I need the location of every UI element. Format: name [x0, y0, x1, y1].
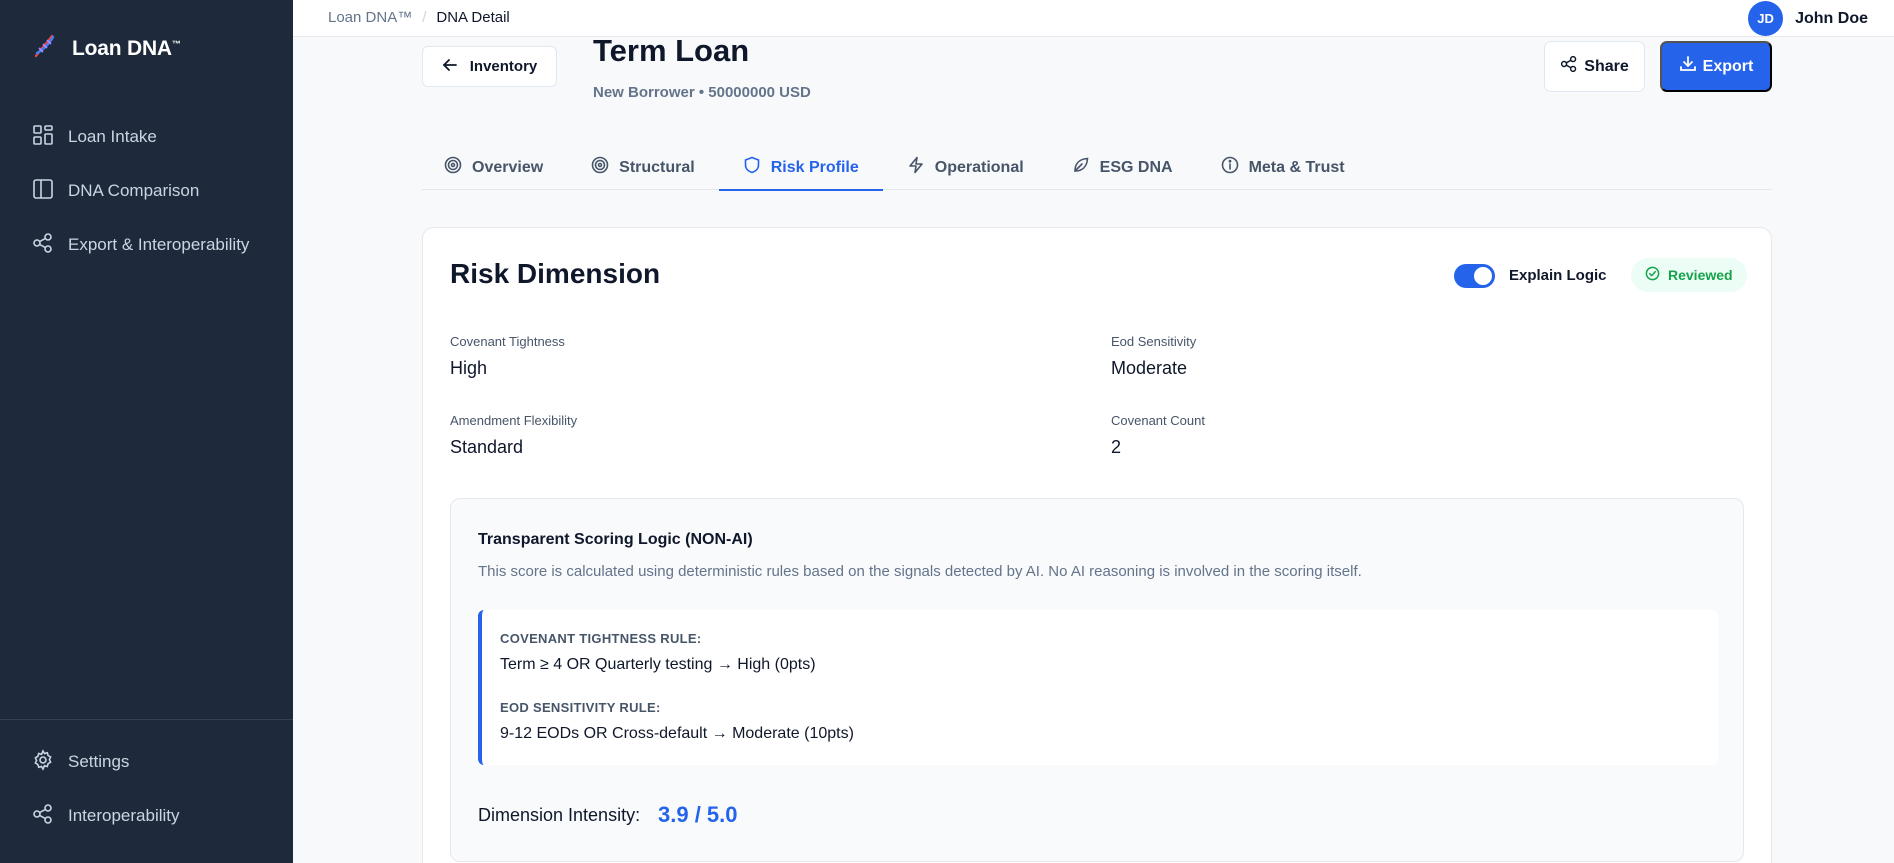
risk-dimension-card: Risk Dimension Explain Logic Reviewed Co…: [422, 227, 1772, 863]
topbar: Loan DNA™ / DNA Detail JD John Doe: [293, 0, 1894, 37]
tab-esg-dna[interactable]: ESG DNA: [1048, 145, 1197, 190]
sidebar-item-export-interoperability[interactable]: Export & Interoperability: [0, 218, 293, 272]
explain-logic-label: Explain Logic: [1509, 267, 1607, 284]
sidebar-item-label: Loan Intake: [68, 127, 157, 146]
columns-icon: [32, 178, 54, 205]
field-value: Standard: [450, 437, 524, 457]
sidebar-divider: [0, 719, 293, 720]
tab-label: Overview: [472, 158, 544, 176]
info-icon: [1221, 156, 1239, 179]
user-name: John Doe: [1795, 9, 1868, 27]
tab-structural[interactable]: Structural: [567, 145, 719, 190]
dna-icon: [30, 32, 58, 65]
breadcrumb: Loan DNA™ / DNA Detail: [328, 9, 510, 26]
tab-meta-trust[interactable]: Meta & Trust: [1197, 145, 1369, 190]
rule-heading: COVENANT TIGHTNESS RULE:: [500, 631, 702, 646]
tab-label: ESG DNA: [1099, 158, 1173, 176]
field-value: 2: [1111, 437, 1122, 457]
status-badge-label: Reviewed: [1668, 267, 1733, 283]
share-icon: [1560, 55, 1578, 78]
back-to-inventory-button[interactable]: Inventory: [422, 46, 557, 87]
field-covenant-count: Covenant Count 2: [1111, 413, 1205, 458]
arrow-left-icon: [442, 57, 458, 77]
brand-logo[interactable]: Loan DNA™: [30, 32, 181, 65]
grid-icon: [32, 124, 54, 151]
page-title: Term Loan: [593, 33, 750, 68]
tab-overview[interactable]: Overview: [422, 145, 567, 190]
rules-box: COVENANT TIGHTNESS RULE: Term ≥ 4 OR Qua…: [478, 610, 1718, 765]
shield-icon: [743, 156, 761, 179]
sidebar-item-settings[interactable]: Settings: [0, 735, 293, 789]
download-icon: [1679, 55, 1697, 78]
sidebar-bottom-nav: Settings Interoperability: [0, 735, 293, 843]
tab-label: Operational: [934, 158, 1024, 176]
dimension-intensity-label: Dimension Intensity:: [478, 805, 641, 825]
breadcrumb-item-root[interactable]: Loan DNA™: [328, 9, 412, 26]
toggle-knob: [1474, 267, 1492, 285]
sidebar-item-label: Interoperability: [68, 806, 180, 825]
sidebar-nav: Loan Intake DNA Comparison Export & Inte…: [0, 110, 293, 272]
field-value: Moderate: [1111, 358, 1188, 378]
dimension-intensity-value: 3.9 / 5.0: [658, 802, 738, 827]
tab-bar: Overview Structural Risk Profile Operati…: [422, 145, 1772, 191]
gear-icon: [32, 748, 54, 776]
sidebar-item-dna-comparison[interactable]: DNA Comparison: [0, 164, 293, 218]
field-value: High: [450, 358, 488, 378]
target-icon: [444, 156, 462, 179]
export-button-label: Export: [1702, 57, 1754, 75]
target-icon: [591, 156, 609, 179]
brand-name: Loan DNA: [72, 36, 172, 60]
field-label: Eod Sensitivity: [1111, 334, 1197, 349]
sidebar: Loan DNA™ Loan Intake DNA Comparison Exp…: [0, 0, 293, 863]
back-button-label: Inventory: [469, 58, 538, 75]
tab-label: Structural: [619, 158, 695, 176]
rule-heading: EOD SENSITIVITY RULE:: [500, 700, 661, 715]
explain-logic-toggle[interactable]: [1454, 264, 1495, 288]
sidebar-item-interoperability[interactable]: Interoperability: [0, 789, 293, 843]
breadcrumb-item-current: DNA Detail: [436, 9, 510, 26]
user-menu[interactable]: JD John Doe: [1748, 1, 1868, 36]
scoring-logic-title: Transparent Scoring Logic (NON-AI): [478, 531, 753, 548]
sidebar-item-label: Settings: [68, 752, 130, 771]
sidebar-item-loan-intake[interactable]: Loan Intake: [0, 110, 293, 164]
bolt-icon: [907, 156, 925, 179]
field-covenant-tightness: Covenant Tightness High: [450, 334, 565, 379]
check-circle-icon: [1645, 266, 1660, 284]
share-nodes-icon: [32, 232, 54, 259]
field-label: Covenant Count: [1111, 413, 1205, 428]
rule-text: 9-12 EODs OR Cross-default → Moderate (1…: [500, 725, 854, 742]
brand-tm: ™: [171, 38, 181, 49]
scoring-logic-panel: Transparent Scoring Logic (NON-AI) This …: [450, 498, 1744, 862]
status-badge: Reviewed: [1631, 258, 1747, 292]
field-label: Amendment Flexibility: [450, 413, 578, 428]
sidebar-item-label: Export & Interoperability: [68, 235, 250, 254]
share-nodes-icon: [32, 803, 54, 830]
breadcrumb-separator: /: [422, 9, 427, 26]
export-button[interactable]: Export: [1660, 41, 1772, 92]
field-amendment-flexibility: Amendment Flexibility Standard: [450, 413, 577, 458]
tab-label: Meta & Trust: [1248, 158, 1345, 176]
tab-risk-profile[interactable]: Risk Profile: [718, 145, 883, 191]
page-subtitle: New Borrower • 50000000 USD: [593, 84, 811, 101]
field-label: Covenant Tightness: [450, 334, 565, 349]
scoring-logic-description: This score is calculated using determini…: [478, 563, 1362, 580]
card-title: Risk Dimension: [450, 258, 661, 289]
rule-text: Term ≥ 4 OR Quarterly testing → High (0p…: [500, 656, 816, 673]
avatar[interactable]: JD: [1748, 1, 1784, 36]
tab-label: Risk Profile: [770, 158, 859, 176]
sidebar-item-label: DNA Comparison: [68, 181, 200, 200]
share-button[interactable]: Share: [1544, 41, 1645, 92]
share-button-label: Share: [1584, 57, 1629, 75]
tab-operational[interactable]: Operational: [883, 145, 1048, 190]
leaf-icon: [1072, 156, 1090, 179]
field-eod-sensitivity: Eod Sensitivity Moderate: [1111, 334, 1196, 379]
